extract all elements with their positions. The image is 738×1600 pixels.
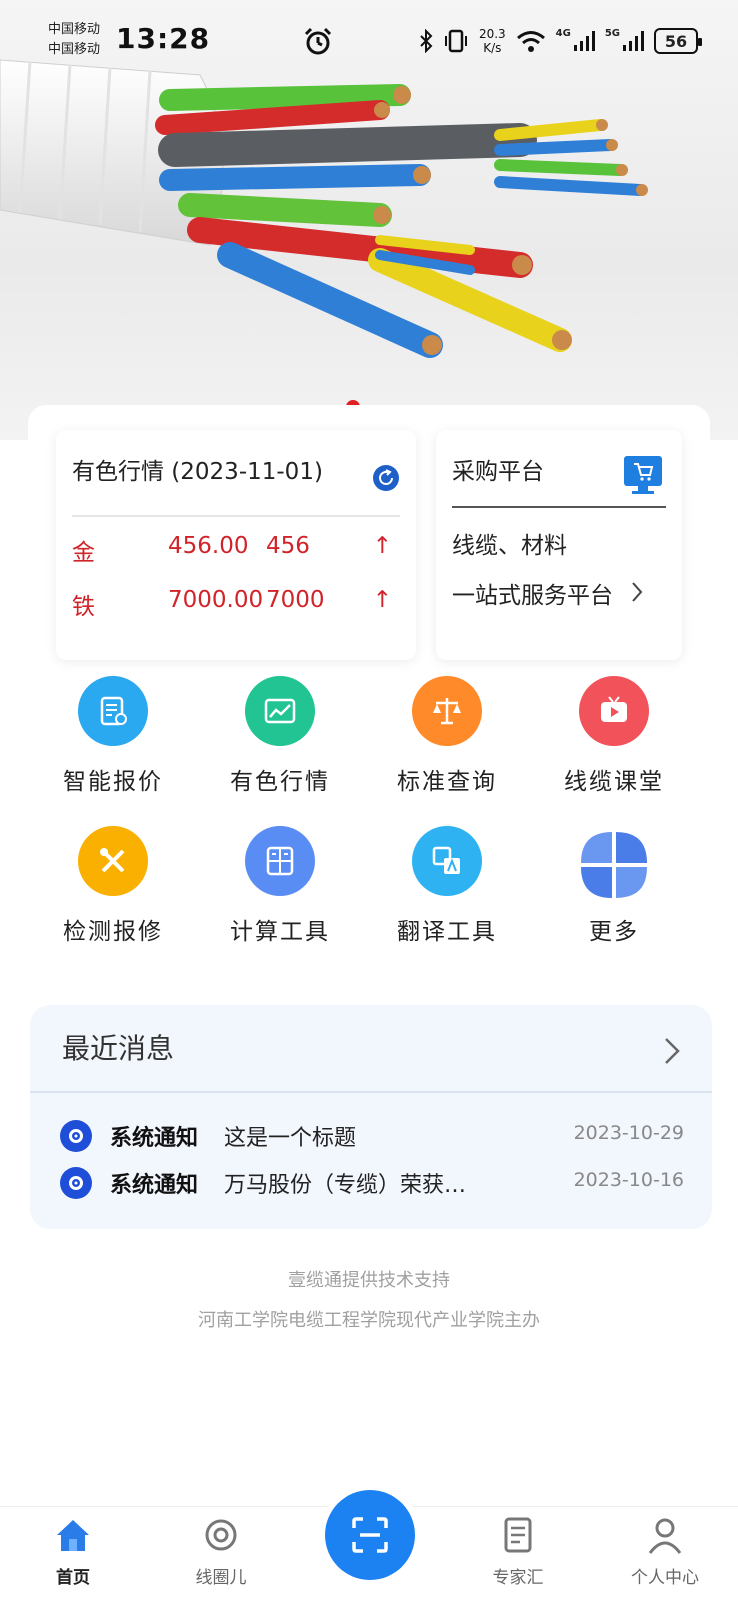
- grid-label: 标准查询: [397, 769, 497, 795]
- metal-row: 铁 7000.00 7000 ↑: [72, 587, 400, 620]
- document-icon: [504, 1517, 532, 1553]
- message-title: 这是一个标题: [224, 1126, 357, 1151]
- grid-metal-market[interactable]: 有色行情: [205, 676, 355, 796]
- message-title: 万马股份（专缆）荣获…: [224, 1173, 467, 1198]
- network-speed: 20.3 K/s: [479, 27, 506, 55]
- grid-more[interactable]: 更多: [539, 826, 689, 946]
- vibrate-icon: [444, 29, 467, 53]
- scale-icon: [412, 676, 482, 746]
- metal-price: 7000.00: [168, 587, 264, 613]
- divider: [452, 506, 666, 508]
- network-speed-value: 20.3: [478, 27, 506, 41]
- nav-experts[interactable]: 专家汇: [458, 1515, 578, 1588]
- purchase-platform-card[interactable]: 采购平台 线缆、材料 一站式服务平台: [436, 430, 682, 660]
- purchase-card-title: 采购平台: [452, 459, 544, 485]
- nav-label: 首页: [56, 1568, 90, 1588]
- shopping-cart-icon: [624, 456, 662, 494]
- message-category: 系统通知: [110, 1173, 199, 1198]
- grid-translate[interactable]: 翻译工具: [372, 826, 522, 946]
- metal-name: 铁: [72, 594, 95, 620]
- trend-up-icon: ↑: [372, 587, 392, 613]
- signal-2-type: 5G: [604, 28, 620, 39]
- nav-profile[interactable]: 个人中心: [605, 1515, 725, 1588]
- message-item[interactable]: 系统通知 这是一个标题 2023-10-29: [60, 1118, 684, 1154]
- gear-icon: [60, 1120, 92, 1152]
- grid-calculator[interactable]: 计算工具: [205, 826, 355, 946]
- carrier-2: 中国移动: [48, 42, 101, 57]
- alarm-icon: [304, 27, 332, 55]
- message-category: 系统通知: [110, 1126, 199, 1151]
- clock: 13:28: [116, 22, 211, 55]
- grid-label: 计算工具: [230, 919, 330, 945]
- tools-icon: [78, 826, 148, 896]
- purchase-line-1: 线缆、材料: [452, 533, 567, 559]
- message-date: 2023-10-29: [573, 1122, 684, 1144]
- chevron-right-icon[interactable]: [662, 1035, 682, 1067]
- bluetooth-icon: [420, 29, 433, 53]
- grid-label: 检测报修: [63, 919, 163, 945]
- divider: [30, 1091, 712, 1093]
- message-date: 2023-10-16: [573, 1169, 684, 1191]
- scan-icon: [352, 1517, 388, 1553]
- nav-label: 专家汇: [492, 1568, 544, 1588]
- translate-icon: [412, 826, 482, 896]
- grid-label: 更多: [589, 919, 639, 945]
- signal-icon: [573, 31, 595, 51]
- gear-icon: [60, 1167, 92, 1199]
- network-speed-unit: K/s: [483, 41, 502, 55]
- message-item[interactable]: 系统通知 万马股份（专缆）荣获… 2023-10-16: [60, 1165, 684, 1201]
- grid-label: 线缆课堂: [564, 769, 664, 795]
- grid-label: 有色行情: [230, 769, 330, 795]
- grid-cable-class[interactable]: 线缆课堂: [539, 676, 689, 796]
- grid-label: 翻译工具: [397, 919, 497, 945]
- recent-messages-title: 最近消息: [62, 1032, 175, 1065]
- refresh-icon[interactable]: [372, 464, 400, 492]
- tv-icon: [579, 676, 649, 746]
- battery-indicator: 56: [654, 28, 702, 54]
- signal-1-type: 4G: [555, 28, 571, 39]
- status-bar: 中国移动 中国移动 13:28 20.3 K/s 4G 5G 56: [0, 0, 738, 80]
- metal-price: 456.00: [168, 533, 249, 559]
- trend-up-icon: ↑: [372, 533, 392, 559]
- metal-row: 金 456.00 456 ↑: [72, 533, 400, 566]
- purchase-line-2: 一站式服务平台: [452, 583, 613, 609]
- home-icon: [57, 1520, 89, 1551]
- more-icon: [575, 826, 653, 904]
- nav-label: 线圈儿: [195, 1568, 247, 1588]
- nav-label: 个人中心: [631, 1568, 699, 1588]
- metal-name: 金: [72, 540, 95, 566]
- signal-icon: [623, 31, 644, 51]
- chart-icon: [245, 676, 315, 746]
- grid-inspection-repair[interactable]: 检测报修: [38, 826, 188, 946]
- metal-value: 456: [266, 533, 310, 559]
- scan-button[interactable]: [325, 1490, 415, 1580]
- calculator-icon: [245, 826, 315, 896]
- metal-value: 7000: [266, 587, 325, 613]
- nav-home[interactable]: 首页: [13, 1515, 133, 1588]
- grid-standard-query[interactable]: 标准查询: [372, 676, 522, 796]
- market-card[interactable]: 有色行情 (2023-11-01) 金 456.00 456 ↑ 铁 7000.…: [56, 430, 416, 660]
- grid-label: 智能报价: [63, 769, 163, 795]
- carrier-1: 中国移动: [48, 22, 101, 37]
- person-icon: [648, 1518, 682, 1554]
- divider: [72, 515, 400, 517]
- circle-icon: [205, 1519, 237, 1551]
- grid-smart-quote[interactable]: 智能报价: [38, 676, 188, 796]
- market-card-title: 有色行情 (2023-11-01): [72, 459, 323, 485]
- nav-circle[interactable]: 线圈儿: [161, 1515, 281, 1588]
- chevron-right-icon[interactable]: [630, 580, 644, 604]
- footer-support-text: 壹缆通提供技术支持: [288, 1270, 450, 1291]
- quote-icon: [78, 676, 148, 746]
- wifi-icon: [516, 31, 545, 52]
- carrier-labels: 中国移动 中国移动: [48, 20, 100, 60]
- recent-messages-panel: 最近消息 系统通知 这是一个标题 2023-10-29 系统通知 万马股份（专缆…: [30, 1005, 712, 1229]
- footer-organizer-text: 河南工学院电缆工程学院现代产业学院主办: [198, 1310, 540, 1331]
